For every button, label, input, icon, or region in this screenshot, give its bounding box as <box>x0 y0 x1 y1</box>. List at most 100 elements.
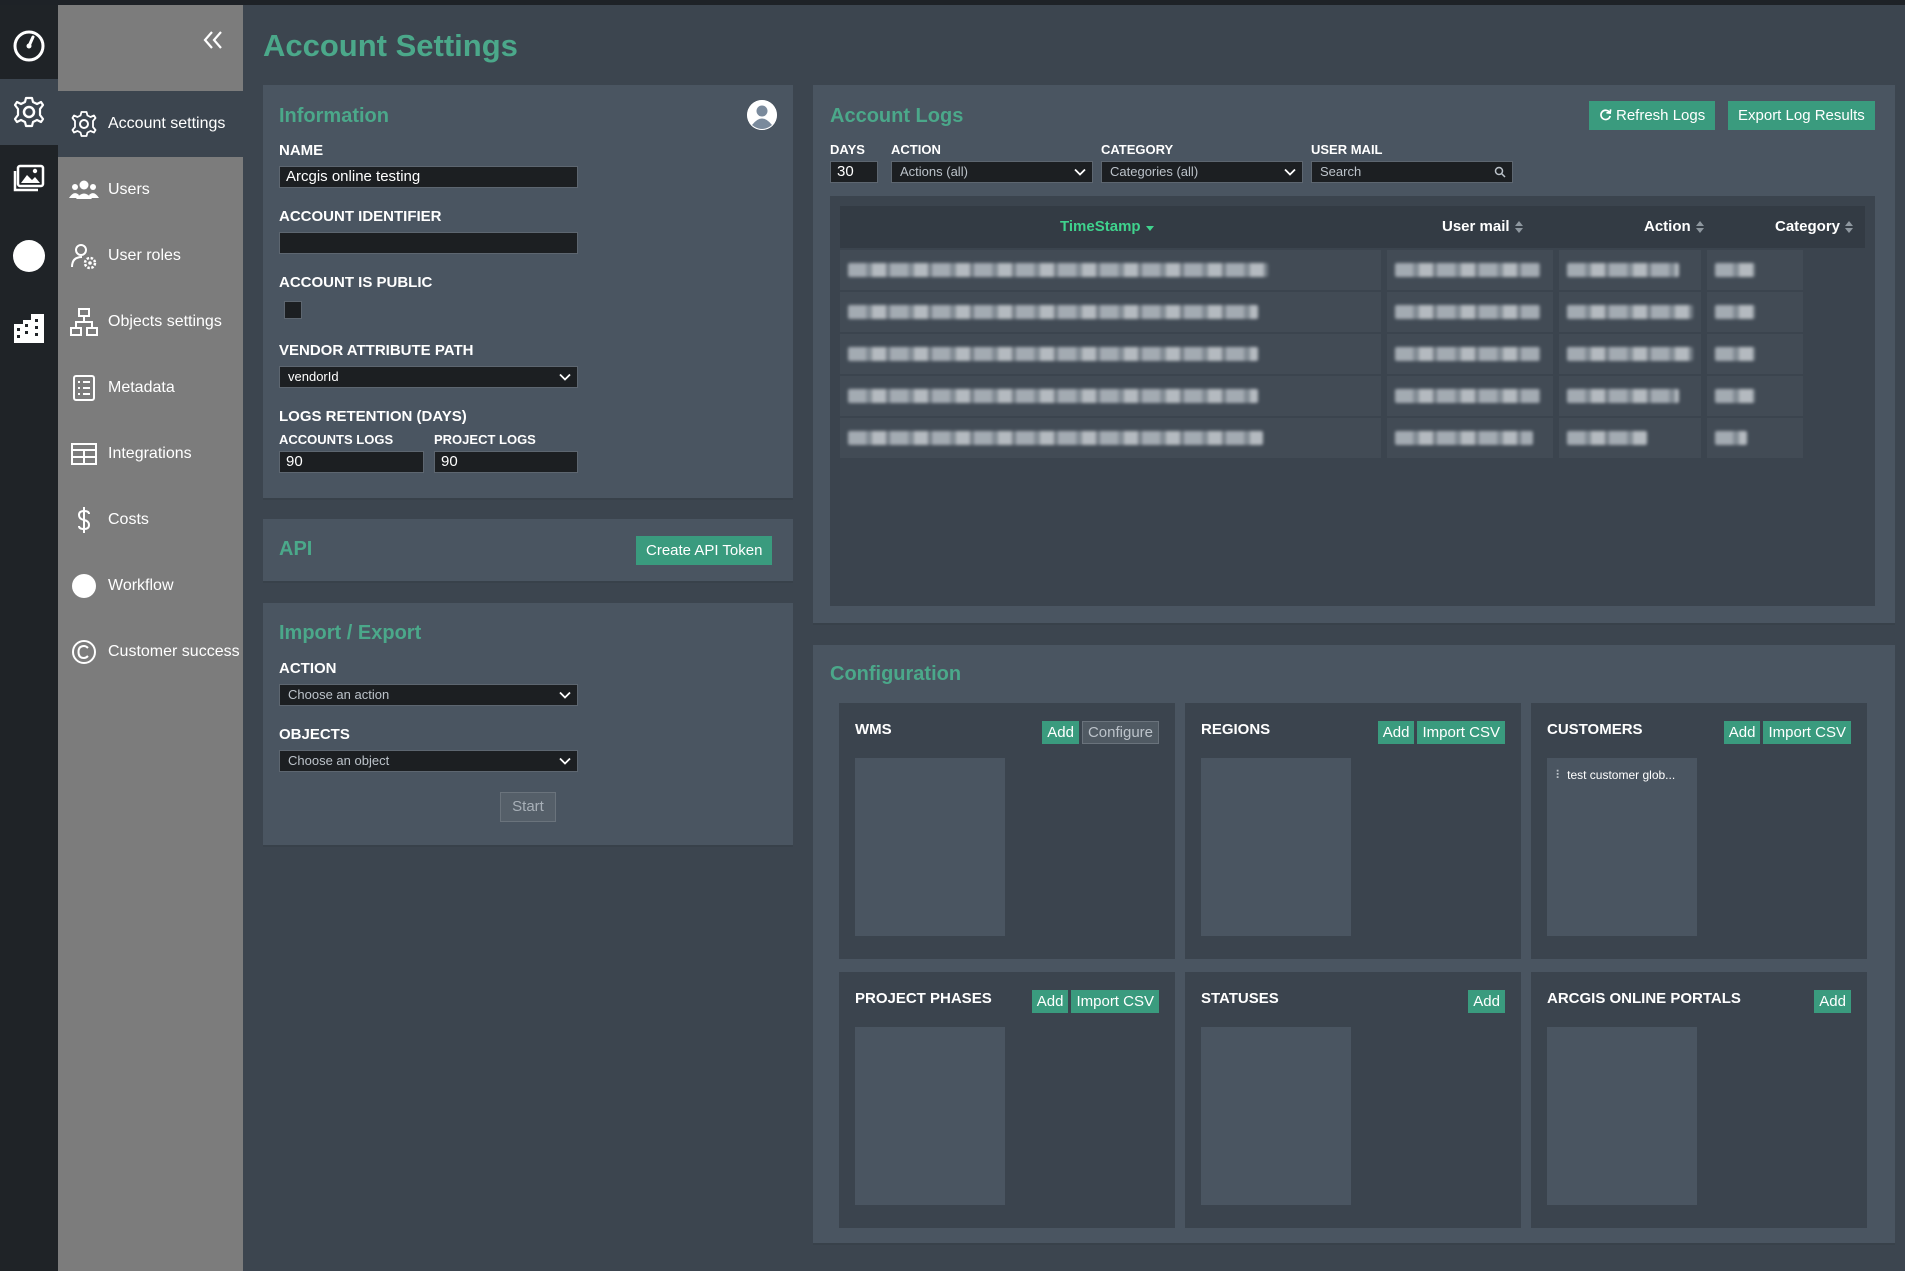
config-card-actions: Add Configure <box>1042 721 1159 744</box>
import-objects-placeholder: Choose an object <box>288 753 390 768</box>
sidebar-item-account-settings[interactable]: Account settings <box>58 91 243 157</box>
import-objects-select[interactable]: Choose an object <box>279 750 578 772</box>
account-is-public-checkbox[interactable] <box>284 301 302 319</box>
redacted-text <box>1567 389 1679 403</box>
add-button[interactable]: Add <box>1031 990 1069 1013</box>
top-bar <box>0 0 1905 5</box>
import-action-label: ACTION <box>279 660 337 677</box>
user-mail-search-input[interactable]: Search <box>1311 161 1513 183</box>
user-gear-icon <box>68 240 100 272</box>
sidebar-item-label: User roles <box>108 247 181 264</box>
redacted-text <box>1715 263 1755 277</box>
redacted-text <box>1567 263 1679 277</box>
category-filter-select[interactable]: Categories (all) <box>1101 161 1303 183</box>
config-card-list <box>1201 758 1351 936</box>
sidebar-item-users[interactable]: Users <box>58 157 243 223</box>
vendor-attribute-path-label: VENDOR ATTRIBUTE PATH <box>279 342 474 359</box>
config-card-actions: Add <box>1468 990 1505 1013</box>
table-cell-redacted <box>1387 292 1553 332</box>
config-card-actions: Add <box>1814 990 1851 1013</box>
add-button[interactable]: Add <box>1723 721 1761 744</box>
sidebar-item-integrations[interactable]: Integrations <box>58 421 243 487</box>
add-button[interactable]: Add <box>1814 990 1851 1013</box>
export-log-results-button[interactable]: Export Log Results <box>1728 101 1875 130</box>
api-title: API <box>279 538 313 560</box>
configuration-title: Configuration <box>830 663 962 685</box>
rail-circle[interactable] <box>0 223 58 289</box>
import-csv-button[interactable]: Import CSV <box>1763 721 1851 744</box>
name-input[interactable]: Arcgis online testing <box>279 166 578 188</box>
config-card-project-phases: PROJECT PHASES Add Import CSV <box>839 972 1175 1228</box>
project-logs-input[interactable]: 90 <box>434 451 578 473</box>
import-action-select[interactable]: Choose an action <box>279 684 578 706</box>
category-filter-value: Categories (all) <box>1110 164 1199 179</box>
rail-gallery[interactable] <box>0 145 58 211</box>
user-avatar-icon[interactable] <box>747 100 777 130</box>
column-header-label: Action <box>1644 218 1691 235</box>
gear-icon <box>68 108 100 140</box>
config-card-title: STATUSES <box>1201 990 1279 1007</box>
sidebar-item-customer-success[interactable]: Customer success <box>58 619 243 685</box>
table-row[interactable] <box>840 250 1865 290</box>
rail-buildings[interactable] <box>0 295 58 361</box>
refresh-icon <box>1600 109 1612 121</box>
drag-handle-icon[interactable]: ⠇ <box>1555 768 1567 782</box>
sidebar-item-user-roles[interactable]: User roles <box>58 223 243 289</box>
table-cell-redacted <box>1387 418 1553 458</box>
sidebar-item-label: Costs <box>108 511 149 528</box>
import-csv-button[interactable]: Import CSV <box>1417 721 1505 744</box>
rail-settings[interactable] <box>0 79 58 145</box>
redacted-text <box>1395 263 1540 277</box>
sidebar-item-label: Account settings <box>108 115 226 132</box>
column-header-action[interactable]: Action <box>1644 218 1705 235</box>
sidebar-item-workflow[interactable]: Workflow <box>58 553 243 619</box>
vendor-attribute-path-select[interactable]: vendorId <box>279 366 578 388</box>
table-row[interactable] <box>840 292 1865 332</box>
config-card-title: ARCGIS ONLINE PORTALS <box>1547 990 1741 1007</box>
sidebar-item-costs[interactable]: Costs <box>58 487 243 553</box>
accounts-logs-input[interactable]: 90 <box>279 451 424 473</box>
sidebar-item-metadata[interactable]: Metadata <box>58 355 243 421</box>
sidebar-item-objects-settings[interactable]: Objects settings <box>58 289 243 355</box>
config-card-title: CUSTOMERS <box>1547 721 1643 738</box>
refresh-logs-button[interactable]: Refresh Logs <box>1589 101 1716 130</box>
search-placeholder: Search <box>1320 164 1362 179</box>
sort-icon <box>1845 221 1854 234</box>
logs-table-header: TimeStamp User mail Action Category <box>840 206 1865 248</box>
table-row[interactable] <box>840 334 1865 374</box>
sort-icon <box>1514 221 1523 234</box>
config-card-customers: CUSTOMERS Add Import CSV ⠇ test customer gl… <box>1531 703 1867 959</box>
list-item[interactable]: ⠇ test customer glob... <box>1555 768 1675 782</box>
create-api-token-button[interactable]: Create API Token <box>636 536 773 565</box>
redacted-text <box>1567 347 1693 361</box>
import-csv-button[interactable]: Import CSV <box>1071 990 1159 1013</box>
sidebar-item-label: Workflow <box>108 577 174 594</box>
collapse-sidebar-button[interactable] <box>196 23 230 57</box>
configure-button[interactable]: Configure <box>1081 721 1159 744</box>
import-objects-label: OBJECTS <box>279 726 350 743</box>
column-header-category[interactable]: Category <box>1775 218 1854 235</box>
table-row[interactable] <box>840 376 1865 416</box>
account-identifier-input[interactable] <box>279 232 578 254</box>
action-filter-select[interactable]: Actions (all) <box>891 161 1093 183</box>
days-input[interactable]: 30 <box>830 161 878 183</box>
table-cell-redacted <box>840 334 1381 374</box>
name-label: NAME <box>279 142 324 159</box>
start-button[interactable]: Start <box>500 792 556 822</box>
table-row[interactable] <box>840 418 1865 458</box>
column-header-timestamp[interactable]: TimeStamp <box>1060 218 1155 235</box>
add-button[interactable]: Add <box>1042 721 1079 744</box>
icon-rail <box>0 5 58 1271</box>
days-label: DAYS <box>830 142 865 157</box>
table-cell-redacted <box>840 250 1381 290</box>
account-identifier-label: ACCOUNT IDENTIFIER <box>279 208 442 225</box>
add-button[interactable]: Add <box>1468 990 1505 1013</box>
settings-sidebar: Account settings Users User roles Object… <box>58 5 243 1271</box>
add-button[interactable]: Add <box>1377 721 1415 744</box>
rail-dashboard[interactable] <box>0 13 58 79</box>
circle-icon <box>68 570 100 602</box>
sort-icon <box>1695 221 1704 234</box>
page-title: Account Settings <box>263 28 518 63</box>
column-header-user-mail[interactable]: User mail <box>1442 218 1524 235</box>
redacted-text <box>1395 305 1540 319</box>
